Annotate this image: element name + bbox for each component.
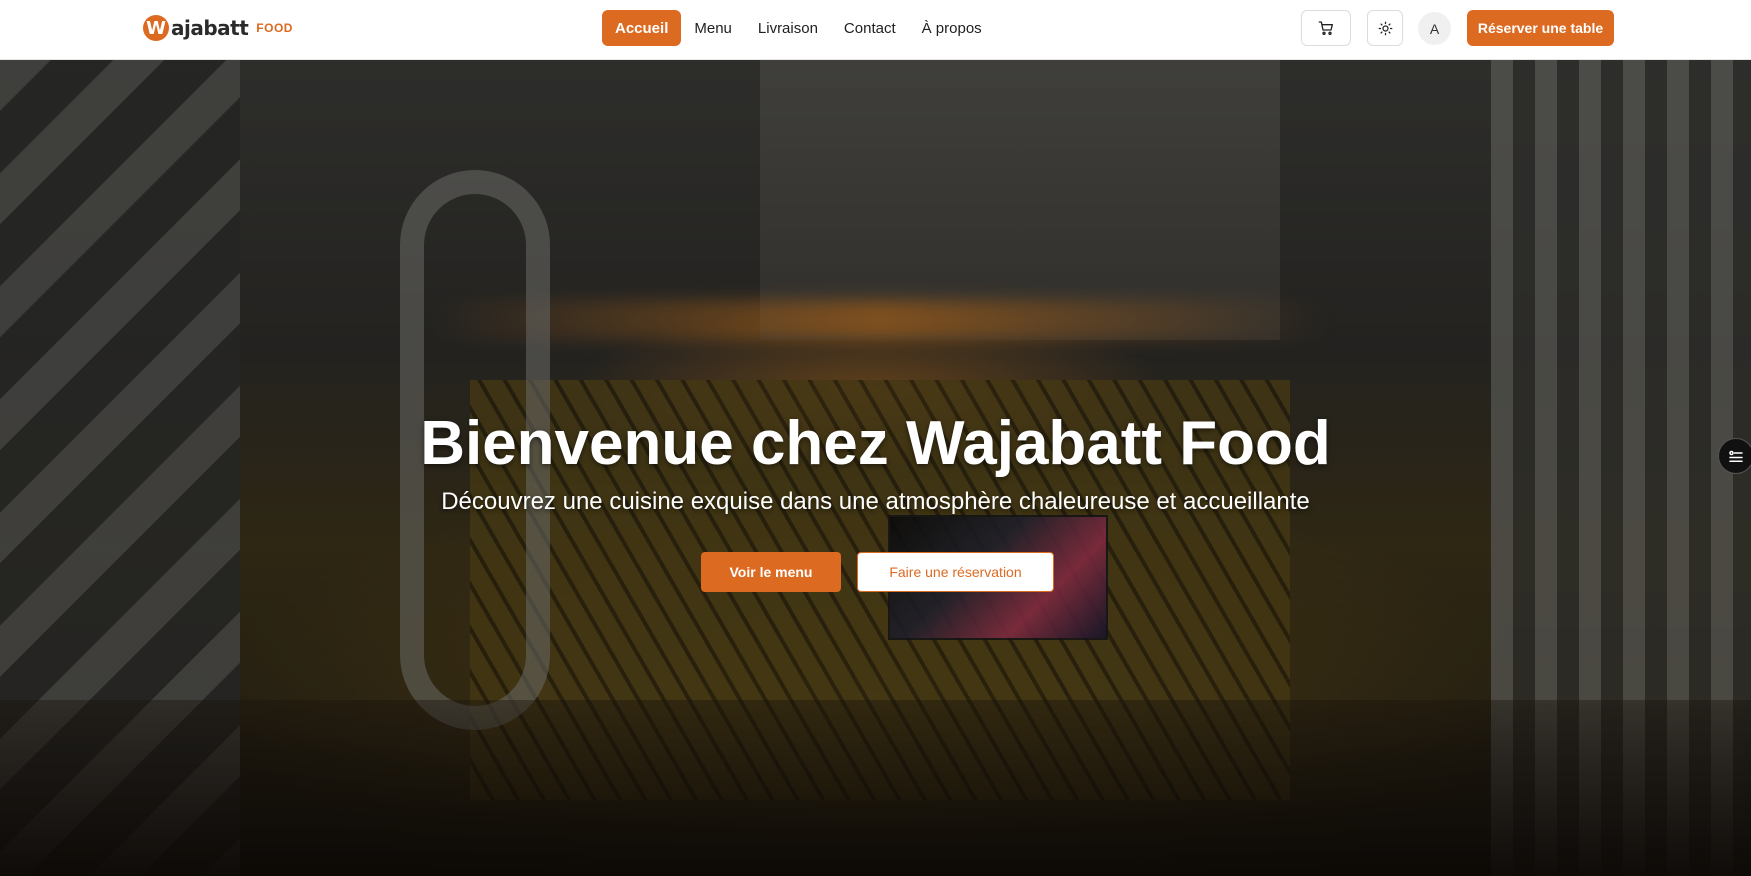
- theme-toggle-button[interactable]: [1367, 10, 1403, 46]
- brand-logo[interactable]: W ajabatt FOOD: [143, 13, 293, 43]
- nav-item-accueil[interactable]: Accueil: [602, 10, 682, 46]
- hero-title: Bienvenue chez Wajabatt Food: [420, 409, 1331, 478]
- cart-icon: [1318, 21, 1333, 35]
- list-settings-icon: [1729, 450, 1743, 462]
- main-nav: Accueil Menu Livraison Contact À propos: [602, 10, 995, 46]
- side-panel-toggle[interactable]: [1718, 438, 1751, 474]
- make-reservation-button[interactable]: Faire une réservation: [857, 552, 1054, 592]
- logo-badge: W: [143, 15, 169, 41]
- nav-item-contact[interactable]: Contact: [831, 10, 909, 46]
- hero-subtitle: Découvrez une cuisine exquise dans une a…: [441, 488, 1310, 515]
- nav-item-livraison[interactable]: Livraison: [745, 10, 831, 46]
- nav-item-menu[interactable]: Menu: [681, 10, 745, 46]
- top-navbar: W ajabatt FOOD Accueil Menu Livraison Co…: [0, 0, 1751, 60]
- logo-suffix: FOOD: [256, 21, 293, 35]
- reserve-table-button[interactable]: Réserver une table: [1467, 10, 1614, 46]
- cart-button[interactable]: [1301, 10, 1351, 46]
- user-avatar[interactable]: A: [1418, 12, 1451, 45]
- logo-wordmark: ajabatt: [171, 16, 249, 40]
- view-menu-button[interactable]: Voir le menu: [701, 552, 841, 592]
- nav-item-a-propos[interactable]: À propos: [909, 10, 995, 46]
- sun-icon: [1378, 21, 1392, 35]
- hero-section: Bienvenue chez Wajabatt Food Découvrez u…: [0, 60, 1751, 876]
